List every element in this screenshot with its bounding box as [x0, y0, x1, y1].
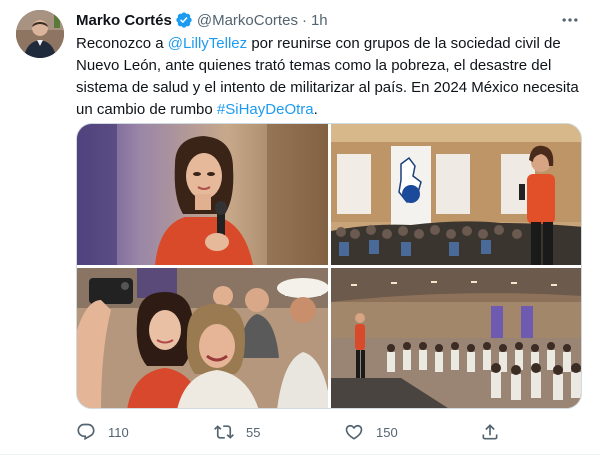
text-segment: . — [313, 101, 318, 118]
retweet-button[interactable]: 55 — [214, 420, 260, 444]
share-button[interactable] — [480, 420, 512, 444]
share-icon — [482, 424, 498, 440]
more-options-icon[interactable] — [558, 8, 582, 32]
verified-badge-icon — [175, 11, 193, 29]
author-name[interactable]: Marko Cortés — [76, 12, 172, 29]
photo-woman-microphone[interactable] — [77, 124, 328, 265]
media-grid — [76, 123, 582, 409]
photo-group-selfie[interactable] — [77, 268, 328, 408]
retweet-icon — [214, 425, 234, 439]
like-count: 150 — [376, 424, 398, 440]
photo-audience-hall[interactable] — [331, 268, 581, 408]
header-separator: · — [301, 11, 307, 29]
tweet-text: Reconozco a @LillyTellez por reunirse co… — [76, 33, 584, 121]
heart-icon — [345, 424, 363, 440]
like-button[interactable]: 150 — [344, 420, 398, 444]
tweet-actions: 110 55 150 — [76, 420, 498, 444]
hashtag-link[interactable]: #SiHayDeOtra — [217, 101, 314, 118]
tweet-header: Marko Cortés @MarkoCortes · 1h — [76, 10, 328, 30]
retweet-count: 55 — [246, 424, 261, 440]
tweet[interactable]: Marko Cortés @MarkoCortes · 1h Reconozco… — [0, 0, 600, 455]
reply-icon — [77, 423, 95, 441]
reply-button[interactable]: 110 — [76, 420, 129, 444]
reply-count: 110 — [108, 424, 129, 440]
author-avatar[interactable] — [16, 10, 64, 58]
photo-speaker-stage-pan-banner[interactable] — [331, 124, 581, 265]
mention-link[interactable]: @LillyTellez — [168, 35, 247, 52]
author-handle[interactable]: @MarkoCortes — [197, 12, 298, 29]
text-segment: Reconozco a — [76, 35, 168, 52]
tweet-timestamp[interactable]: 1h — [311, 12, 328, 29]
